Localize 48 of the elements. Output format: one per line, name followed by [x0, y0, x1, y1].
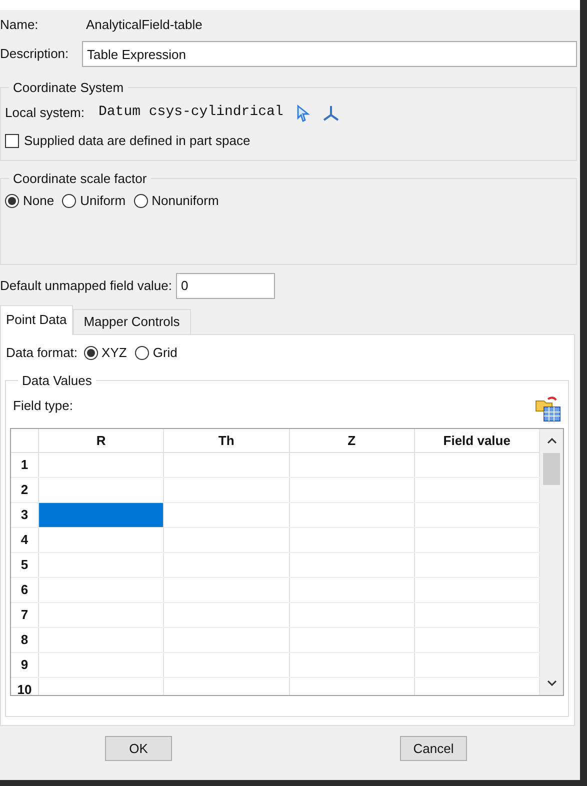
dialog-button[interactable]: Cancel: [400, 736, 467, 761]
column-header[interactable]: Z: [290, 429, 415, 452]
radio-label: None: [23, 192, 54, 210]
default-value-label: Default unmapped field value:: [0, 276, 172, 295]
tab[interactable]: Point Data: [0, 304, 73, 334]
axes-icon[interactable]: [321, 104, 342, 122]
select-arrow-icon[interactable]: [295, 104, 312, 122]
table-cell[interactable]: [290, 653, 415, 678]
table-cell[interactable]: [39, 503, 164, 528]
table-cell[interactable]: [290, 628, 415, 652]
table-cell[interactable]: [290, 478, 415, 502]
column-header[interactable]: Th: [164, 429, 290, 452]
radio-label: Nonuniform: [152, 192, 219, 210]
radio-label: Grid: [152, 344, 178, 362]
table-cell[interactable]: [290, 503, 415, 528]
radio-label: XYZ: [102, 344, 127, 362]
table-cell[interactable]: [290, 453, 415, 478]
checkbox-label: Supplied data are defined in part space: [24, 132, 250, 150]
checkbox[interactable]: [5, 134, 19, 148]
table-cell[interactable]: [290, 578, 415, 602]
radio-button[interactable]: [134, 194, 148, 208]
tab[interactable]: Mapper Controls: [72, 308, 191, 334]
data-format-label: Data format:: [6, 344, 78, 362]
group-title: Coordinate scale factor: [12, 170, 148, 188]
table-cell[interactable]: [290, 678, 415, 695]
radio-button[interactable]: [62, 194, 76, 208]
group-title: Coordinate System: [12, 79, 125, 97]
default-value-field[interactable]: 0: [176, 272, 276, 298]
name-value: AnalyticalField-table: [86, 16, 202, 34]
local-system-label: Local system:: [5, 104, 84, 122]
radio-button[interactable]: [5, 194, 19, 208]
local-system-value: Datum csys-cylindrical: [98, 103, 284, 122]
column-header[interactable]: R: [39, 429, 164, 452]
table-folder-icon[interactable]: [534, 395, 562, 423]
field-type-label: Field type:: [13, 397, 73, 416]
radio-label: Uniform: [80, 192, 126, 210]
scrollbar[interactable]: [540, 429, 563, 695]
scroll-thumb[interactable]: [543, 453, 560, 485]
dialog-button[interactable]: OK: [105, 736, 172, 761]
radio-button[interactable]: [134, 346, 149, 360]
table-cell[interactable]: [290, 528, 415, 552]
group-title: Data Values: [21, 372, 93, 390]
description-label: Description:: [0, 45, 70, 64]
description-field[interactable]: Table Expression: [82, 41, 577, 67]
radio-button[interactable]: [84, 346, 98, 360]
name-label: Name:: [0, 16, 40, 34]
table-cell[interactable]: [290, 553, 415, 578]
table-cell[interactable]: [290, 603, 415, 628]
